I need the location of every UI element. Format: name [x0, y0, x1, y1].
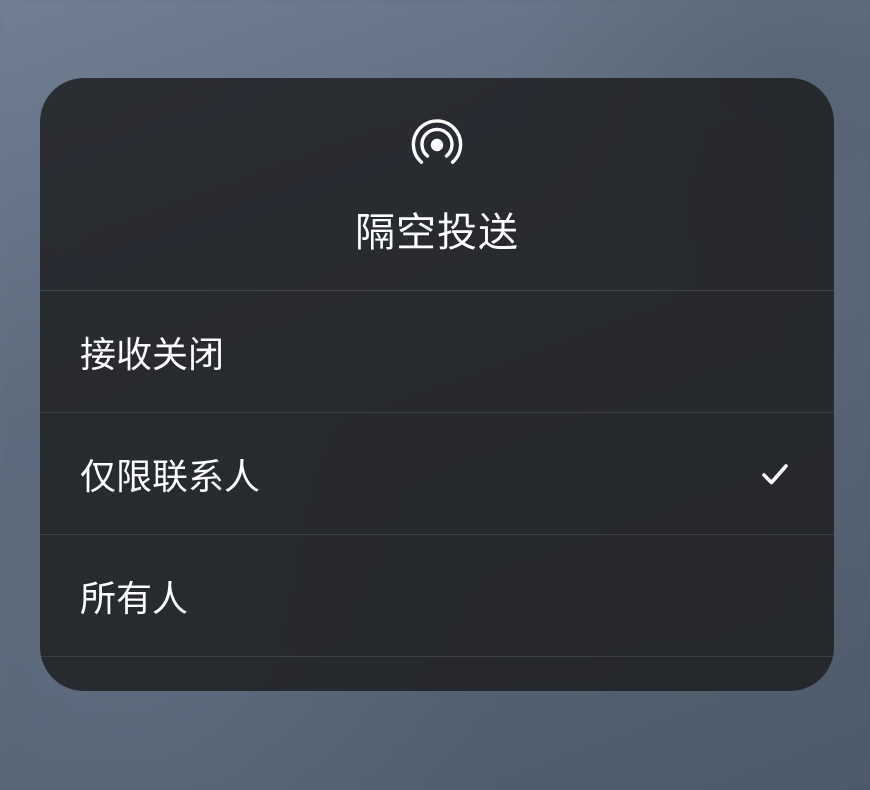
option-label: 接收关闭 — [80, 326, 224, 378]
option-label: 仅限联系人 — [80, 448, 260, 500]
modal-header: 隔空投送 — [40, 78, 834, 291]
modal-title: 隔空投送 — [355, 200, 519, 258]
check-icon-slot — [758, 579, 792, 613]
modal-bottom-spacer — [40, 657, 834, 691]
option-contacts-only[interactable]: 仅限联系人 — [40, 413, 834, 535]
option-receiving-off[interactable]: 接收关闭 — [40, 291, 834, 413]
option-label: 所有人 — [80, 570, 188, 622]
check-icon-slot — [758, 335, 792, 369]
option-everyone[interactable]: 所有人 — [40, 535, 834, 657]
check-icon — [758, 457, 792, 491]
airdrop-icon — [408, 116, 466, 174]
airdrop-settings-modal: 隔空投送 接收关闭 仅限联系人 所有人 — [40, 78, 834, 691]
